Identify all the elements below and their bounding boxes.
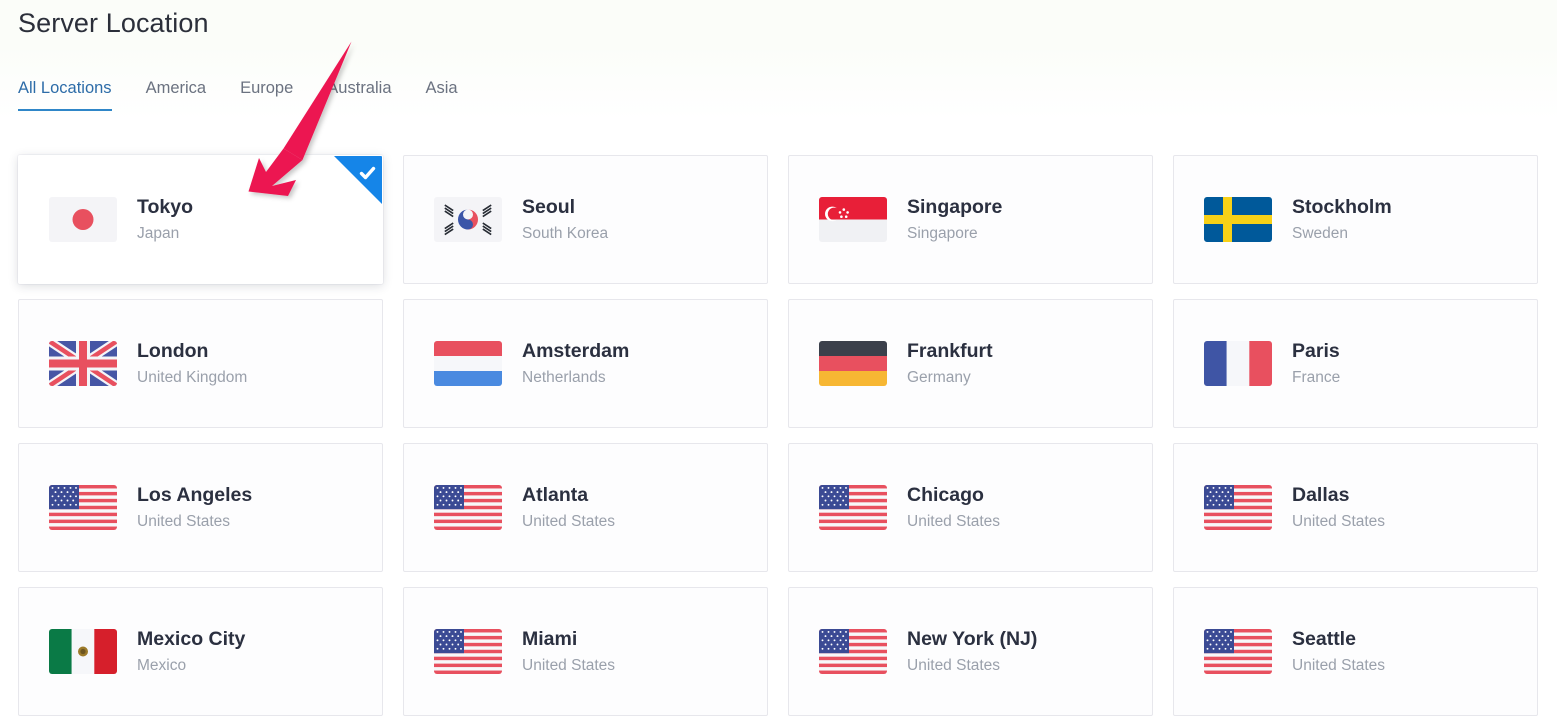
location-city-name: London [137,340,209,362]
location-city-name: Paris [1292,340,1340,362]
location-country-name: United States [1292,513,1386,530]
server-location-grid: Tokyo Japan Seoul South Korea Singapore Sin… [18,155,1539,716]
location-country-name: Japan [137,225,180,242]
location-card-text: Singapore Singapore [907,196,1002,243]
flag-kr-icon [434,197,502,242]
location-card-text: Miami United States [522,628,615,675]
tab-label: All Locations [18,79,112,97]
location-card-text: Paris France [1292,340,1340,387]
location-card[interactable]: New York (NJ) United States [788,587,1153,716]
tab-europe[interactable]: Europe [223,78,310,111]
location-city-name: Chicago [907,484,984,506]
tab-america[interactable]: America [129,78,224,111]
location-city-name: Frankfurt [907,340,993,362]
location-country-name: Germany [907,369,971,386]
location-card[interactable]: Dallas United States [1173,443,1538,572]
location-city-name: Seattle [1292,628,1356,650]
location-city-name: Dallas [1292,484,1350,506]
location-card[interactable]: Paris France [1173,299,1538,428]
location-card[interactable]: Tokyo Japan [18,155,383,284]
location-card[interactable]: Stockholm Sweden [1173,155,1538,284]
location-card-text: Dallas United States [1292,484,1385,531]
location-city-name: Los Angeles [137,484,253,506]
location-country-name: United Kingdom [137,369,248,386]
location-city-name: Tokyo [137,196,193,218]
location-card-text: Seoul South Korea [522,196,608,243]
location-city-name: Miami [522,628,578,650]
flag-se-icon [1204,197,1272,242]
location-country-name: United States [1292,657,1386,674]
location-city-name: Seoul [522,196,576,218]
location-city-name: New York (NJ) [907,628,1038,650]
location-city-name: Amsterdam [522,340,630,362]
tab-australia[interactable]: Australia [310,78,408,111]
flag-us-icon [434,485,502,530]
page-title: Server Location [18,8,209,38]
flag-us-icon [49,485,117,530]
server-location-page: Server Location All Locations America Euro… [0,0,1557,719]
location-card[interactable]: Seattle United States [1173,587,1538,716]
location-card-text: Chicago United States [907,484,1000,531]
flag-us-icon [819,485,887,530]
tab-label: America [145,79,207,97]
location-city-name: Atlanta [522,484,589,506]
flag-nl-icon [434,341,502,386]
location-card-text: Amsterdam Netherlands [522,340,629,387]
location-country-name: United States [907,513,1001,530]
location-country-name: United States [137,513,231,530]
location-city-name: Mexico City [137,628,246,650]
flag-us-icon [1204,485,1272,530]
location-card[interactable]: Amsterdam Netherlands [403,299,768,428]
location-country-name: United States [522,657,616,674]
tab-all-locations[interactable]: All Locations [18,78,129,111]
location-card-text: Seattle United States [1292,628,1385,675]
flag-fr-icon [1204,341,1272,386]
flag-mx-icon [49,629,117,674]
location-card[interactable]: Seoul South Korea [403,155,768,284]
location-card-text: Atlanta United States [522,484,615,531]
flag-sg-icon [819,197,887,242]
selected-check-icon [334,156,382,204]
location-country-name: Sweden [1292,225,1349,242]
location-card-text: New York (NJ) United States [907,628,1037,675]
location-card-text: Los Angeles United States [137,484,252,531]
location-city-name: Stockholm [1292,196,1392,218]
location-country-name: France [1292,369,1341,386]
location-country-name: Mexico [137,657,187,674]
flag-de-icon [819,341,887,386]
location-card[interactable]: Chicago United States [788,443,1153,572]
location-card[interactable]: Los Angeles United States [18,443,383,572]
tab-label: Europe [240,79,294,97]
tab-label: Asia [425,79,458,97]
location-card[interactable]: Atlanta United States [403,443,768,572]
location-card-text: Frankfurt Germany [907,340,993,387]
location-country-name: South Korea [522,225,609,242]
location-card-text: Stockholm Sweden [1292,196,1392,243]
location-city-name: Singapore [907,196,1003,218]
location-country-name: United States [522,513,616,530]
location-card[interactable]: London United Kingdom [18,299,383,428]
flag-us-icon [819,629,887,674]
flag-us-icon [1204,629,1272,674]
location-country-name: Netherlands [522,369,606,386]
location-card-text: London United Kingdom [137,340,247,387]
flag-jp-icon [49,197,117,242]
location-card[interactable]: Mexico City Mexico [18,587,383,716]
location-card[interactable]: Frankfurt Germany [788,299,1153,428]
location-card[interactable]: Singapore Singapore [788,155,1153,284]
location-card-text: Tokyo Japan [137,196,193,243]
tab-label: Australia [327,79,392,97]
location-card[interactable]: Miami United States [403,587,768,716]
flag-us-icon [434,629,502,674]
location-card-text: Mexico City Mexico [137,628,245,675]
location-country-name: United States [907,657,1001,674]
tab-asia[interactable]: Asia [409,78,475,111]
flag-gb-icon [49,341,117,386]
location-country-name: Singapore [907,225,978,242]
location-filter-tabs: All Locations America Europe Australia Asia [18,78,475,111]
